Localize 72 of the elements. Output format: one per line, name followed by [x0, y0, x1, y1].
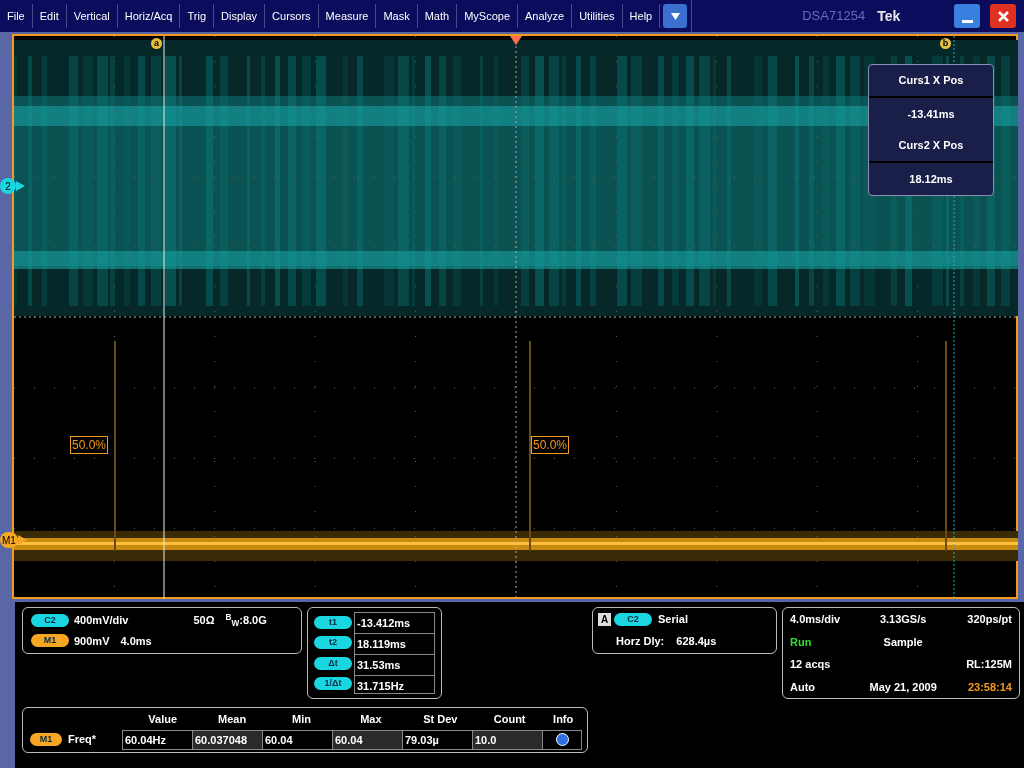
acquisition-info: Sample: [882, 634, 924, 650]
acquisition-info: 3.13GS/s: [878, 612, 928, 627]
trigger-marker-icon: [510, 36, 522, 45]
readout-label: Curs2 X Pos: [898, 138, 964, 153]
column-header: Count: [492, 712, 527, 727]
readout-value: 18.12ms: [909, 171, 953, 187]
column-header: St Dev: [422, 712, 459, 727]
menu-item[interactable]: Edit: [32, 4, 67, 28]
acquisition-info: 4.0ms/div: [790, 612, 841, 627]
column-header: Info: [552, 712, 575, 727]
acquisition-info: May 21, 2009: [868, 679, 938, 695]
acquisition-info: 23:58:14: [966, 679, 1012, 695]
table-cell: 60.037048: [193, 730, 263, 749]
readout-value: -13.41ms: [907, 106, 955, 122]
channel-badge[interactable]: M1: [30, 733, 62, 746]
acquisition-info: 12 acqs: [790, 657, 832, 672]
trigger-type: Serial: [658, 612, 688, 627]
acquisition-info: 320ps/pt: [966, 612, 1012, 627]
menu-item[interactable]: Utilities: [572, 4, 623, 28]
channel-setting: 50Ω: [193, 613, 215, 628]
level-label: 50.0%: [70, 436, 109, 454]
menu-item[interactable]: Math: [417, 4, 458, 28]
menu-item[interactable]: Vertical: [66, 4, 118, 28]
channel-setting: 900mV: [74, 633, 110, 649]
table-cell: 10.0: [473, 730, 543, 749]
channel-setting: 400mV/div: [74, 613, 129, 628]
cursor-value: 31.53ms: [355, 655, 434, 676]
readout-label: Curs1 X Pos: [898, 73, 964, 88]
cursor-label[interactable]: a: [151, 38, 162, 49]
cursor-value: -13.412ms: [355, 613, 434, 634]
delay-label: Horz Dly:: [616, 633, 665, 649]
channel-badge[interactable]: C2: [31, 613, 69, 627]
column-header: Value: [147, 712, 179, 727]
channel-setting: 4.0ms: [120, 633, 152, 649]
menu-item[interactable]: Trig: [180, 4, 214, 28]
channel-badge[interactable]: 1/Δt: [314, 677, 352, 691]
menu-item[interactable]: Display: [214, 4, 266, 28]
brand-logo: Tek: [877, 6, 901, 26]
cursor-value: 18.119ms: [355, 634, 434, 655]
close-icon: [997, 10, 1009, 22]
level-label: 50.0%: [531, 436, 570, 454]
caret-icon: [670, 12, 680, 20]
cursor-label[interactable]: b: [940, 38, 951, 49]
menu-item[interactable]: Mask: [376, 4, 418, 28]
menu-item[interactable]: Help: [622, 4, 661, 28]
channel-badge[interactable]: t2: [314, 636, 352, 650]
measurement-name: Freq*: [68, 732, 97, 748]
trigger-mode-badge: A: [598, 612, 611, 626]
column-header: Max: [359, 712, 383, 727]
close-button[interactable]: [990, 4, 1016, 28]
channel-badge[interactable]: M1: [31, 634, 69, 648]
channel-badge[interactable]: C2: [614, 612, 652, 626]
column-header: Min: [291, 712, 312, 727]
channel-badge[interactable]: t1: [314, 615, 352, 629]
minimize-icon: [961, 20, 973, 23]
acquisition-info: Auto: [790, 679, 817, 695]
menu-item[interactable]: Cursors: [265, 4, 319, 28]
channel-badge[interactable]: Δt: [314, 656, 352, 670]
menu-item[interactable]: Measure: [318, 4, 377, 28]
acquisition-info: RL:125M: [966, 657, 1012, 672]
table-cell: 60.04: [333, 730, 403, 749]
model-name: DSA71254: [802, 7, 866, 26]
dropdown-button[interactable]: [663, 4, 688, 28]
cursor-value: 31.715Hz: [356, 679, 406, 694]
minimize-button[interactable]: [954, 4, 980, 28]
delay-value: 628.4µs: [676, 633, 717, 649]
menu-item[interactable]: MyScope: [457, 4, 518, 28]
acquisition-info: Run: [790, 634, 813, 650]
menu-item[interactable]: Horiz/Acq: [117, 4, 181, 28]
menu-item[interactable]: File: [0, 4, 33, 28]
column-header: Mean: [217, 712, 248, 727]
menu-item[interactable]: Analyze: [518, 4, 573, 28]
